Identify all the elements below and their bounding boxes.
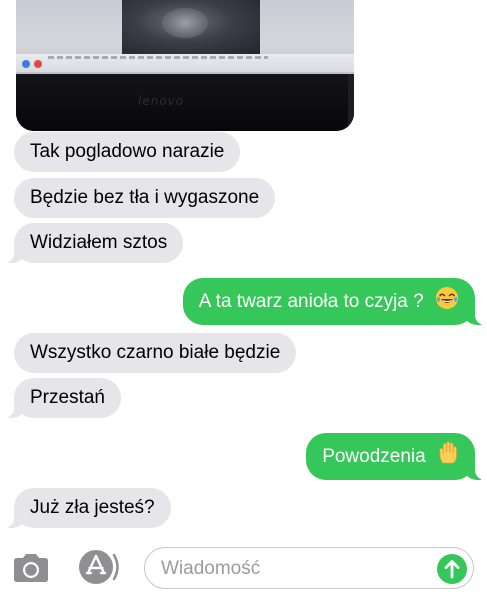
message-incoming[interactable]: Widziałem sztos: [1, 223, 184, 263]
message-field[interactable]: [144, 547, 474, 589]
face-with-tears-of-joy-icon: [435, 286, 459, 317]
send-arrow-icon[interactable]: [437, 554, 467, 584]
message-text: Już zła jesteś?: [30, 497, 155, 518]
photo-brand-logo: lenovo: [138, 94, 185, 108]
message-text: Powodzenia: [322, 446, 426, 467]
message-incoming[interactable]: Tak pogladowo narazie: [14, 132, 241, 172]
message-text: Wszystko czarno białe będzie: [30, 342, 281, 363]
message-outgoing[interactable]: Powodzenia: [306, 433, 487, 480]
attached-photo[interactable]: lenovo: [16, 0, 354, 131]
camera-icon[interactable]: [12, 553, 50, 588]
message-incoming[interactable]: Przestań: [2, 378, 121, 418]
message-text: Będzie bez tła i wygaszone: [30, 187, 260, 208]
message-outgoing[interactable]: A ta twarz anioła to czyja ?: [182, 278, 487, 325]
message-incoming[interactable]: Będzie bez tła i wygaszone: [14, 178, 276, 218]
photo-taskbar: [16, 54, 354, 72]
photo-screen-image: [122, 0, 260, 54]
app-store-icon[interactable]: [78, 549, 122, 590]
message-incoming[interactable]: Już zła jesteś?: [2, 488, 171, 528]
message-input[interactable]: [159, 556, 423, 582]
message-text: A ta twarz anioła to czyja ?: [198, 291, 424, 312]
message-text: Tak pogladowo narazie: [30, 141, 225, 162]
message-text: Widziałem sztos: [30, 232, 168, 253]
photo-laptop-bezel: lenovo: [16, 74, 354, 131]
message-incoming[interactable]: Wszystko czarno białe będzie: [14, 333, 297, 373]
message-text: Przestań: [30, 387, 105, 408]
message-input-bar: [0, 538, 487, 596]
raised-hand-icon: [437, 441, 459, 472]
photo-laptop-screen: [16, 0, 354, 74]
